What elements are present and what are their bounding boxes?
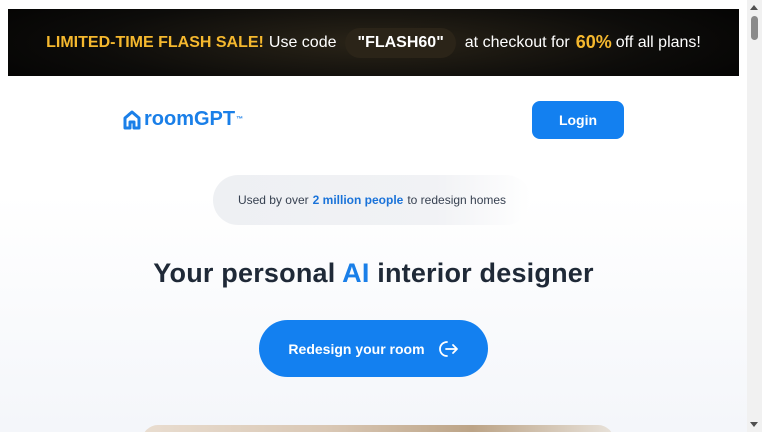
vertical-scrollbar[interactable] (747, 0, 762, 432)
redesign-room-label: Redesign your room (288, 340, 425, 357)
login-button[interactable]: Login (532, 101, 624, 139)
sign-out-arrow-icon (438, 340, 458, 357)
scroll-up-arrow-icon[interactable] (750, 5, 758, 10)
usage-prefix: Used by over (237, 193, 309, 207)
logo-text: roomGPT (144, 108, 236, 130)
headline-highlight: AI (342, 258, 370, 288)
promo-at-checkout: at checkout for (464, 33, 570, 51)
usage-badge: Used by over 2 million people to redesig… (213, 175, 531, 225)
usage-suffix: to redesign homes (407, 193, 507, 207)
house-logo-icon (123, 110, 141, 129)
roomgpt-logo[interactable]: roomGPT ™ (123, 108, 243, 131)
promo-use-code: Use code (268, 33, 337, 51)
scrollbar-thumb[interactable] (751, 16, 758, 40)
promo-tail: off all plans! (615, 33, 701, 51)
promo-code-badge: "FLASH60" (345, 27, 456, 58)
page: LIMITED-TIME FLASH SALE! Use code "FLASH… (0, 0, 747, 432)
headline-suffix: interior designer (377, 258, 594, 288)
scroll-down-arrow-icon[interactable] (750, 422, 758, 427)
logo-trademark: ™ (236, 116, 244, 123)
page-title: Your personal AI interior designer (0, 258, 747, 289)
usage-highlight: 2 million people (312, 193, 404, 207)
promo-lead: LIMITED-TIME FLASH SALE! (46, 33, 264, 51)
headline-prefix: Your personal (153, 258, 336, 288)
room-preview-image (142, 425, 614, 432)
promo-percent: 60% (575, 32, 612, 52)
promo-banner[interactable]: LIMITED-TIME FLASH SALE! Use code "FLASH… (8, 9, 739, 76)
redesign-room-button[interactable]: Redesign your room (259, 320, 488, 377)
